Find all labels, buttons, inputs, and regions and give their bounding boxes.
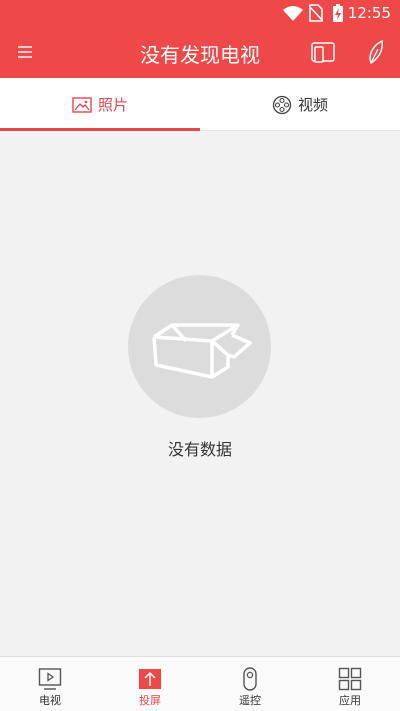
empty-state-text: 没有数据 <box>167 440 232 459</box>
film-reel-icon <box>272 95 292 114</box>
page-title: 没有发现电视 <box>140 43 260 67</box>
empty-state-graphic <box>128 275 271 418</box>
apps-grid-icon <box>338 667 362 691</box>
nav-remote[interactable]: 遥控 <box>200 657 300 711</box>
tab-photos[interactable]: 照片 <box>0 78 200 131</box>
no-sim-icon <box>309 4 323 22</box>
battery-charging-icon <box>333 4 343 22</box>
tv-play-icon <box>38 668 62 690</box>
wifi-icon <box>283 6 303 21</box>
feather-icon[interactable] <box>362 38 388 66</box>
nav-tv-label: 电视 <box>39 694 61 707</box>
status-time: 12:55 <box>347 4 391 22</box>
screen-mirror-icon[interactable] <box>309 39 337 67</box>
tab-photos-label: 照片 <box>97 96 128 114</box>
remote-icon <box>243 667 257 691</box>
top-bar: 12:55 没有发现电视 <box>0 0 400 78</box>
cast-upload-icon <box>139 669 161 689</box>
nav-remote-label: 遥控 <box>239 694 261 707</box>
image-icon <box>72 96 92 113</box>
nav-tv[interactable]: 电视 <box>0 657 100 711</box>
bottom-nav: 电视 投屏 遥控 应用 <box>0 656 400 711</box>
tab-videos-label: 视频 <box>297 96 328 114</box>
tab-indicator <box>0 128 200 131</box>
status-bar: 12:55 <box>0 0 400 26</box>
empty-box-icon <box>151 322 252 379</box>
nav-cast[interactable]: 投屏 <box>100 657 200 711</box>
nav-cast-label: 投屏 <box>139 694 161 707</box>
nav-apps[interactable]: 应用 <box>300 657 400 711</box>
tab-bar: 照片 视频 <box>0 78 400 131</box>
tab-videos[interactable]: 视频 <box>200 78 400 131</box>
app-bar: 没有发现电视 <box>0 26 400 78</box>
nav-apps-label: 应用 <box>339 694 361 707</box>
